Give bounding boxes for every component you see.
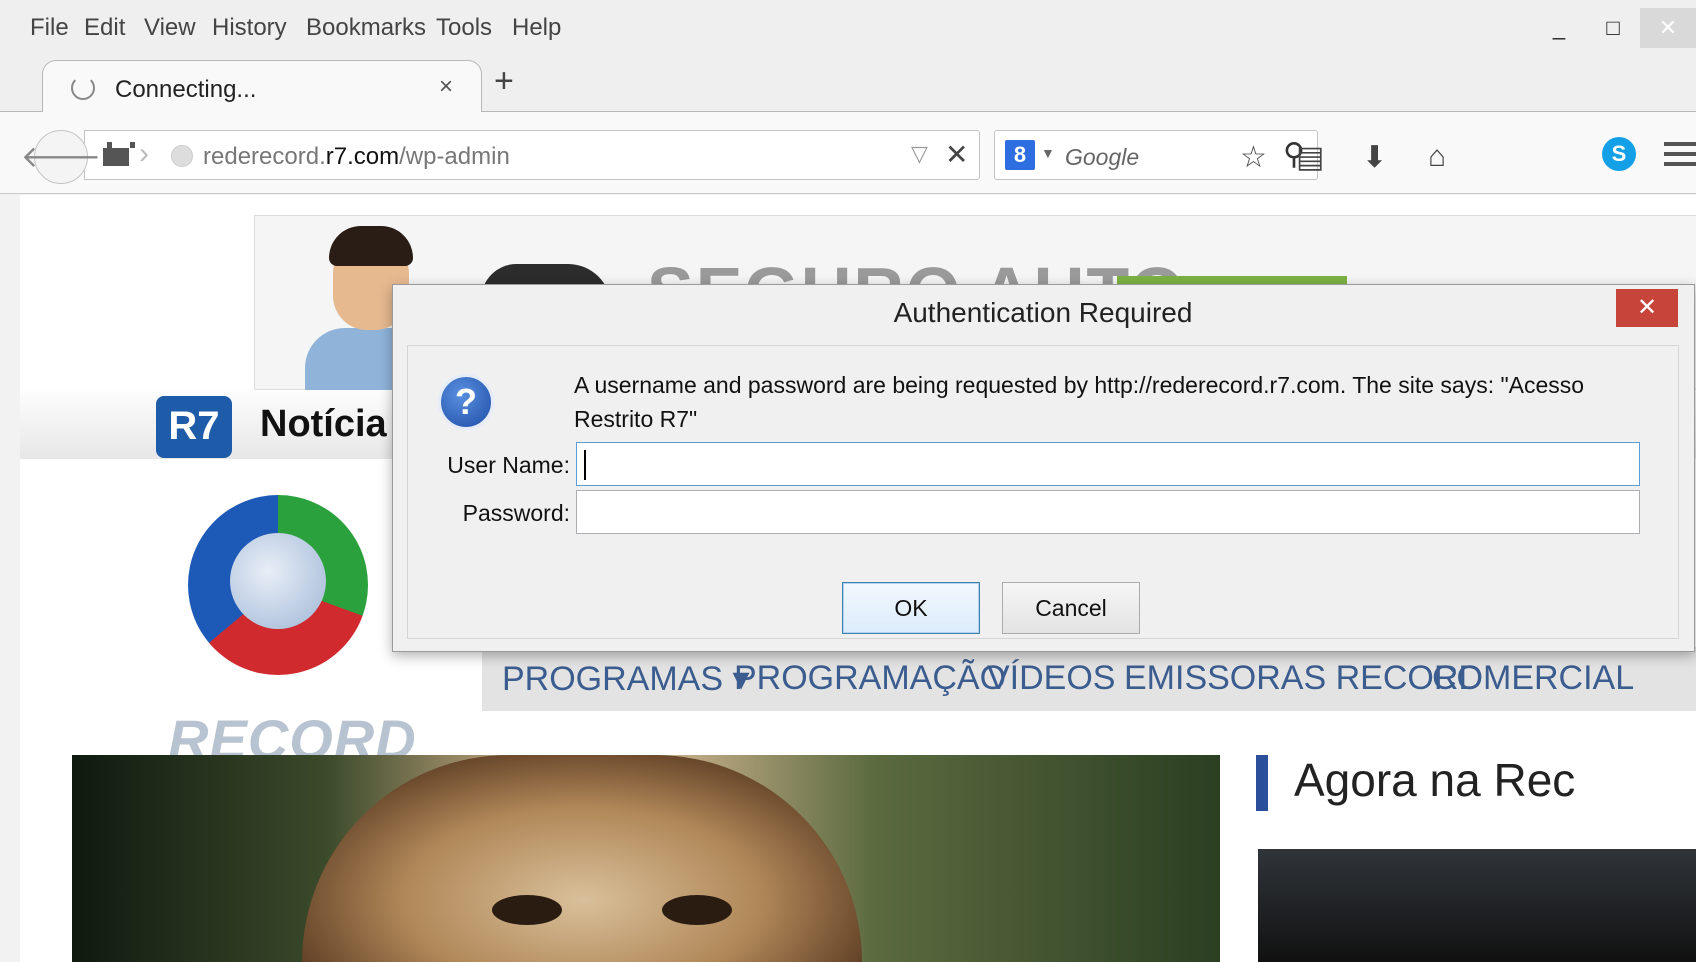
nav-videos[interactable]: VÍDEOS [987,659,1115,698]
engine-dropdown-icon[interactable]: ▼ [1041,145,1055,161]
url-dropdown-icon[interactable]: ▽ [911,141,928,167]
menu-bookmarks[interactable]: Bookmarks [306,14,426,42]
question-icon: ? [438,374,494,430]
r7-noticias-link[interactable]: Notícia [260,403,387,446]
tab-title: Connecting... [115,76,257,103]
hero-eye-left [492,895,562,925]
search-placeholder: Google [1065,144,1140,170]
dialog-message: A username and password are being reques… [574,372,1585,432]
side-section-title: Agora na Rec [1294,754,1576,806]
minimize-button[interactable]: _ [1532,8,1586,48]
url-text[interactable]: rederecord.r7.com/wp-admin [203,143,510,171]
download-icon[interactable]: ⬇ [1362,140,1387,175]
dialog-body: ? A username and password are being requ… [407,345,1679,639]
nav-emissoras-record[interactable]: EMISSORAS RECORD [1124,659,1483,698]
back-button[interactable]: 🡐 [21,130,101,184]
menu-help[interactable]: Help [512,14,561,42]
dialog-title: Authentication Required [893,297,1193,328]
auth-dialog: Authentication Required ✕ ? A username a… [392,284,1695,652]
skype-icon[interactable]: S [1602,137,1636,171]
record-globe-logo[interactable] [188,495,368,675]
menu-icon[interactable] [1664,142,1696,166]
reading-list-icon[interactable]: ▤ [1296,140,1324,175]
apps-icon[interactable] [103,142,135,166]
back-arrow-icon: 🡐 [20,141,102,174]
loading-spinner-icon [71,76,95,100]
side-thumbnail[interactable] [1258,849,1696,962]
new-tab-button[interactable]: + [494,62,514,101]
tab-close-icon[interactable]: × [439,73,453,101]
home-icon[interactable]: ⌂ [1428,140,1446,174]
cancel-button[interactable]: Cancel [1002,582,1140,634]
menu-edit[interactable]: Edit [84,14,125,42]
maximize-button[interactable]: □ [1586,8,1640,48]
nav-programas[interactable]: PROGRAMAS ▾ [502,659,750,699]
hero-eye-right [662,895,732,925]
bookmark-star-icon[interactable]: ☆ [1240,140,1267,175]
search-engine-icon[interactable]: 8 [1005,140,1035,170]
username-label: User Name: [447,452,570,478]
site-nav: PROGRAMAS ▾ PROGRAMAÇÃO VÍDEOS EMISSORAS… [482,647,1696,711]
tab-strip: Connecting... × + [0,52,1696,113]
menu-bar: File Edit View History Bookmarks Tools H… [0,0,1696,52]
navigation-toolbar: › rederecord.r7.com/wp-admin ▽ ✕ 🡐 8 ▼ G… [0,112,1696,194]
ok-button[interactable]: OK [842,582,980,634]
menu-history[interactable]: History [212,14,287,42]
nav-comercial[interactable]: COMERCIAL [1432,659,1634,698]
r7-logo[interactable]: R7 [156,396,232,458]
dialog-close-button[interactable]: ✕ [1616,289,1678,327]
url-bar[interactable]: › rederecord.r7.com/wp-admin ▽ ✕ [84,130,980,180]
window-close-button[interactable]: ✕ [1640,8,1696,48]
hero-image[interactable] [72,755,1220,962]
side-title-accent [1256,755,1268,811]
nav-programacao[interactable]: PROGRAMAÇÃO [734,659,1006,698]
search-bar[interactable]: 8 ▼ Google ⚲ [994,130,1318,180]
password-label: Password: [462,500,570,526]
username-input[interactable] [576,442,1640,486]
ad-person-hair [329,226,413,266]
globe-icon[interactable] [171,145,193,167]
window-controls: _ □ ✕ [1532,8,1696,48]
stop-icon[interactable]: ✕ [945,138,968,171]
text-caret [584,450,586,480]
password-input[interactable] [576,490,1640,534]
url-domain: r7.com [325,143,400,170]
chevron-right-icon: › [139,137,149,170]
menu-tools[interactable]: Tools [436,14,492,42]
menu-file[interactable]: File [30,14,69,42]
menu-view[interactable]: View [144,14,196,42]
url-path: /wp-admin [399,143,510,170]
url-prefix: rederecord. [203,143,326,170]
hero-eyes [492,895,732,935]
tab-connecting[interactable]: Connecting... × [42,60,482,113]
